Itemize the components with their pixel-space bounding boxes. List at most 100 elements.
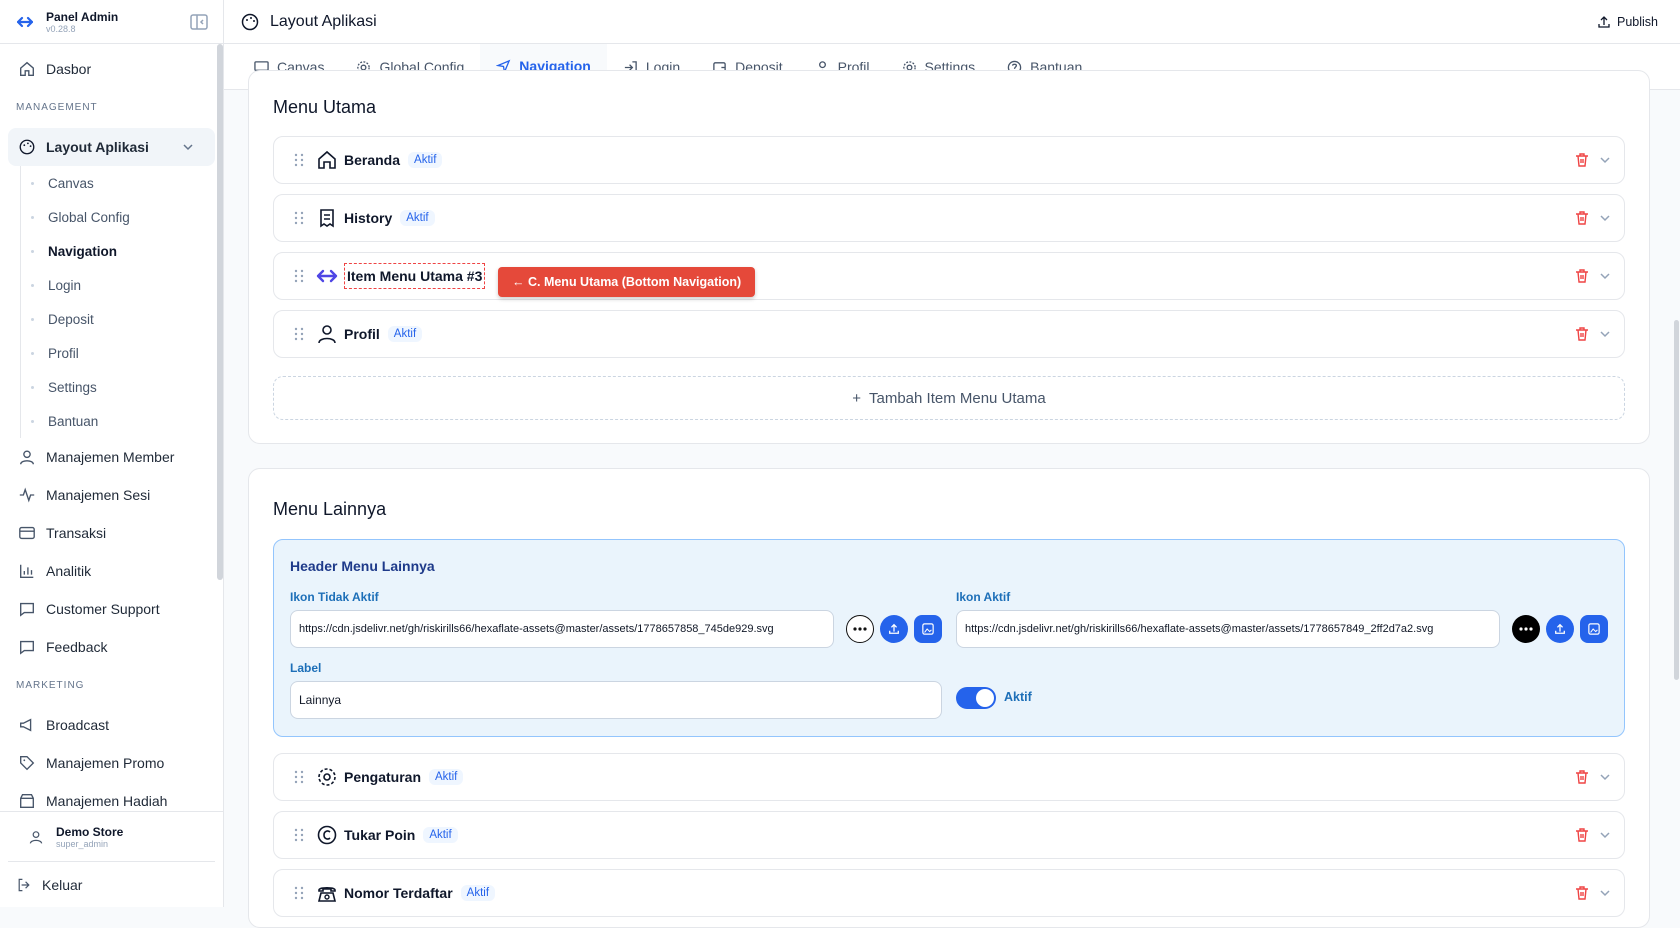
sidebar-item-promo[interactable]: Manajemen Promo [0, 744, 223, 782]
more-icon [846, 615, 874, 643]
subnav-settings[interactable]: Settings [21, 370, 223, 404]
trash-icon[interactable] [1574, 326, 1590, 342]
tag-icon [20, 756, 35, 771]
subnav-deposit[interactable]: Deposit [21, 302, 223, 336]
add-menu-utama-button[interactable]: + Tambah Item Menu Utama [273, 376, 1625, 420]
trash-icon[interactable] [1574, 827, 1590, 843]
upload-icon [1555, 623, 1565, 634]
active-icon-url-field[interactable]: https://cdn.jsdelivr.net/gh/riskirills66… [956, 610, 1500, 648]
user-icon [29, 830, 43, 844]
chevron-down-icon[interactable] [1598, 211, 1612, 225]
activity-icon [19, 487, 35, 503]
receipt-icon [320, 209, 334, 228]
inactive-icon-url-field[interactable]: https://cdn.jsdelivr.net/gh/riskirills66… [290, 610, 834, 648]
layout-subnav: Canvas Global Config Navigation Login De… [20, 166, 223, 438]
trash-icon[interactable] [1574, 885, 1590, 901]
logout-icon [18, 878, 30, 892]
sidebar-item-support[interactable]: Customer Support [0, 590, 223, 628]
brand: Panel Admin v0.28.8 [0, 0, 223, 44]
home-icon [20, 61, 34, 76]
menu-utama-row-profil[interactable]: Profil Aktif [273, 310, 1625, 358]
row-label: Item Menu Utama #3 [344, 263, 486, 289]
sidebar-item-label: Manajemen Member [46, 449, 175, 465]
sidebar-item-label: Feedback [46, 639, 108, 655]
chevron-down-icon[interactable] [1598, 153, 1612, 167]
upload-inactive-button[interactable] [880, 615, 908, 643]
label-field[interactable]: Lainnya [290, 681, 942, 719]
sidebar-item-feedback[interactable]: Feedback [0, 628, 223, 666]
trash-icon[interactable] [1574, 268, 1590, 284]
upload-active-button[interactable] [1546, 615, 1574, 643]
drag-handle-icon[interactable] [294, 269, 304, 283]
drag-handle-icon[interactable] [294, 153, 304, 167]
status-badge: Aktif [400, 210, 435, 226]
drag-handle-icon[interactable] [294, 886, 304, 900]
chevron-down-icon[interactable] [1598, 327, 1612, 341]
bullet-icon [31, 181, 34, 185]
drag-handle-icon[interactable] [294, 327, 304, 341]
chevron-down-icon[interactable] [1598, 770, 1612, 784]
sidebar-item-member[interactable]: Manajemen Member [0, 438, 223, 476]
user-icon [20, 450, 34, 465]
menu-lainnya-row-tukar-poin[interactable]: Tukar Poin Aktif [273, 811, 1625, 859]
drag-handle-icon[interactable] [294, 828, 304, 842]
gear-icon [318, 768, 336, 786]
trash-icon[interactable] [1574, 210, 1590, 226]
credit-card-icon [19, 526, 35, 540]
sidebar-item-hadiah[interactable]: Manajemen Hadiah [0, 782, 223, 811]
subnav-profil[interactable]: Profil [21, 336, 223, 370]
subnav-label: Deposit [48, 311, 94, 327]
subnav-bantuan[interactable]: Bantuan [21, 404, 223, 438]
megaphone-icon [20, 718, 32, 732]
brand-logo-icon [14, 11, 36, 33]
publish-button[interactable]: Publish [1597, 15, 1658, 29]
sidebar-item-dashboard[interactable]: Dasbor [0, 50, 223, 88]
sidebar-collapse-icon[interactable] [189, 12, 209, 32]
menu-utama-row-beranda[interactable]: Beranda Aktif [273, 136, 1625, 184]
toggle-label: Aktif [1004, 690, 1032, 704]
menu-utama-row-item3[interactable]: Item Menu Utama #3 [273, 252, 1625, 300]
sidebar-item-label: Layout Aplikasi [46, 139, 149, 155]
pick-image-inactive-button[interactable] [914, 615, 942, 643]
subnav-login[interactable]: Login [21, 268, 223, 302]
menu-utama-row-history[interactable]: History Aktif [273, 194, 1625, 242]
sidebar-item-layout[interactable]: Layout Aplikasi [8, 128, 215, 166]
more-icon [1512, 615, 1540, 643]
trash-icon[interactable] [1574, 769, 1590, 785]
sidebar-item-label: Manajemen Sesi [46, 487, 151, 503]
subnav-global-config[interactable]: Global Config [21, 200, 223, 234]
upload-icon [1598, 15, 1610, 28]
header-menu-lainnya-panel: Header Menu Lainnya Ikon Tidak Aktif htt… [273, 539, 1625, 737]
field-label: Ikon Tidak Aktif [290, 590, 379, 604]
sidebar-item-transaksi[interactable]: Transaksi [0, 514, 223, 552]
sidebar-item-analitik[interactable]: Analitik [0, 552, 223, 590]
chevron-down-icon[interactable] [1598, 828, 1612, 842]
drag-handle-icon[interactable] [294, 211, 304, 225]
menu-lainnya-row-nomor-terdaftar[interactable]: Nomor Terdaftar Aktif [273, 869, 1625, 917]
row-label: Beranda [344, 152, 401, 168]
sidebar-item-label: Dasbor [46, 61, 92, 77]
subnav-canvas[interactable]: Canvas [21, 166, 223, 200]
subnav-navigation[interactable]: Navigation [21, 234, 223, 268]
logout-label: Keluar [42, 877, 83, 893]
sidebar-item-sesi[interactable]: Manajemen Sesi [0, 476, 223, 514]
drag-handle-icon[interactable] [294, 770, 304, 784]
menu-lainnya-row-pengaturan[interactable]: Pengaturan Aktif [273, 753, 1625, 801]
bullet-icon [31, 351, 34, 355]
active-toggle[interactable] [956, 687, 996, 709]
section-marketing: MARKETING [16, 680, 85, 691]
chevron-down-icon[interactable] [1598, 269, 1612, 283]
sidebar-scrollbar[interactable] [217, 44, 223, 580]
sidebar-item-broadcast[interactable]: Broadcast [0, 706, 223, 744]
user-name: Demo Store [56, 824, 124, 839]
status-badge: Aktif [423, 827, 458, 843]
page-scrollbar[interactable] [1674, 320, 1679, 680]
user-card[interactable]: Demo Store super_admin [8, 812, 215, 862]
bullet-icon [31, 317, 34, 321]
trash-icon[interactable] [1574, 152, 1590, 168]
menu-lainnya-section: Menu Lainnya Header Menu Lainnya Ikon Ti… [248, 468, 1650, 928]
coin-icon [317, 825, 337, 845]
logout-button[interactable]: Keluar [0, 862, 223, 908]
pick-image-active-button[interactable] [1580, 615, 1608, 643]
chevron-down-icon[interactable] [1598, 886, 1612, 900]
